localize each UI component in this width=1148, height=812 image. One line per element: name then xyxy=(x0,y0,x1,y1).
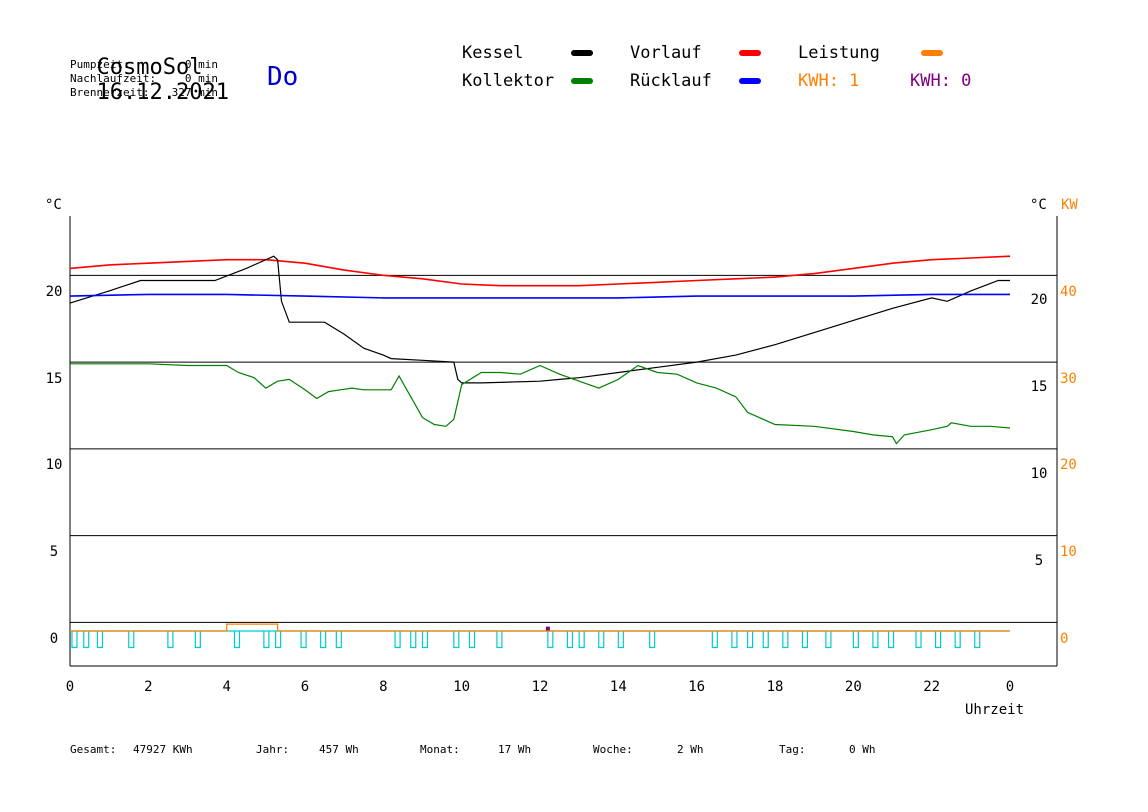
pump-pulse xyxy=(233,631,241,649)
pump-pulse xyxy=(825,631,832,649)
pump-pulse xyxy=(335,631,342,649)
footer-value: 457 Wh xyxy=(319,743,359,756)
y-tick-label-left: 20 xyxy=(46,284,63,300)
pump-pulse xyxy=(852,631,859,649)
y-tick-label-kw: 30 xyxy=(1060,371,1077,387)
y-tick-label-right: 15 xyxy=(1031,379,1048,395)
pump-pulse xyxy=(128,631,135,649)
pump-pulse xyxy=(300,631,307,649)
y-tick-label-left: 0 xyxy=(50,631,58,647)
x-tick-label: 12 xyxy=(532,679,549,695)
y-tick-label-left: 5 xyxy=(50,544,58,560)
y-tick-label-right: 10 xyxy=(1031,466,1048,482)
pump-pulse xyxy=(872,631,879,649)
pump-pulse xyxy=(954,631,961,649)
pump-pulse xyxy=(598,631,605,649)
series-layer xyxy=(69,50,1011,632)
x-tick-label: 2 xyxy=(144,679,152,695)
pump-pulse xyxy=(617,631,624,649)
pump-pulse xyxy=(887,631,895,649)
pump-pulse xyxy=(167,631,174,649)
y-tick-label-right: 20 xyxy=(1031,292,1048,308)
pump-pulse xyxy=(71,631,78,649)
x-tick-label: 0 xyxy=(1006,679,1014,695)
x-tick-label: 16 xyxy=(688,679,705,695)
pump-pulse xyxy=(496,631,503,649)
x-tick-label: 8 xyxy=(379,679,387,695)
pump-pulse xyxy=(762,631,769,649)
footer-label: Tag: xyxy=(779,743,806,756)
x-tick-label: 22 xyxy=(923,679,940,695)
series-line-vorlauf xyxy=(69,255,1011,287)
y-tick-label-kw: 0 xyxy=(1060,631,1068,647)
pump-pulse xyxy=(394,631,401,649)
pump-pulse xyxy=(566,631,574,649)
footer-label: Jahr: xyxy=(256,743,290,756)
series-line-leistung xyxy=(70,623,1010,632)
series-line-ruecklauf xyxy=(69,293,1010,299)
pump-pulse xyxy=(801,631,809,649)
y-tick-label-right: 5 xyxy=(1035,553,1043,569)
pump-pulse xyxy=(731,631,738,649)
pump-pulse xyxy=(746,631,754,649)
chart-svg: 0 2 4 6 8 10 12 14 16 18 20 22 0 20 15 10 5 0 20 15 10 5 40 30 2… xyxy=(46,50,1077,695)
footer-value: 2 Wh xyxy=(677,743,704,756)
pump-pulse xyxy=(547,631,554,649)
y-tick-label-kw: 20 xyxy=(1060,457,1077,473)
footer-value: 0 Wh xyxy=(849,743,876,756)
pump-pulse xyxy=(974,631,981,649)
pump-pulse xyxy=(578,631,585,649)
pump-pulse xyxy=(275,631,282,649)
x-tick-label: 4 xyxy=(222,679,230,695)
pump-pulse xyxy=(649,631,656,649)
pump-pulse xyxy=(194,631,201,649)
x-tick-label: 20 xyxy=(845,679,862,695)
x-tick-label: 10 xyxy=(453,679,470,695)
y-tick-label-kw: 10 xyxy=(1060,544,1077,560)
pump-pulse xyxy=(468,631,476,649)
pump-pulse xyxy=(83,631,90,649)
footer-value: 47927 KWh xyxy=(133,743,193,756)
series-line-kollektor xyxy=(70,363,1011,445)
pump-pulses xyxy=(70,626,1010,649)
chart-grid xyxy=(69,216,1058,667)
footer-label: Monat: xyxy=(420,743,460,756)
purple-marker xyxy=(545,626,550,631)
pump-pulse xyxy=(934,631,942,649)
x-tick-label: 6 xyxy=(301,679,309,695)
pump-pulse xyxy=(453,631,460,649)
y-tick-label-left: 15 xyxy=(46,371,63,387)
y-tick-label-left: 10 xyxy=(46,457,63,473)
pump-pulse xyxy=(782,631,789,649)
pump-pulse xyxy=(711,631,718,649)
pump-pulse xyxy=(263,631,270,649)
footer-label: Woche: xyxy=(593,743,633,756)
x-tick-label: 0 xyxy=(66,679,74,695)
y-tick-label-kw: 40 xyxy=(1060,284,1077,300)
footer-label: Gesamt: xyxy=(70,743,117,756)
x-tick-label: 14 xyxy=(610,679,627,695)
x-tick-label: 18 xyxy=(767,679,784,695)
pump-pulse xyxy=(320,631,327,649)
pump-pulse xyxy=(915,631,922,649)
pump-pulse xyxy=(421,631,429,649)
pump-pulse xyxy=(96,631,104,649)
pump-pulse xyxy=(410,631,417,649)
footer-value: 17 Wh xyxy=(498,743,532,756)
